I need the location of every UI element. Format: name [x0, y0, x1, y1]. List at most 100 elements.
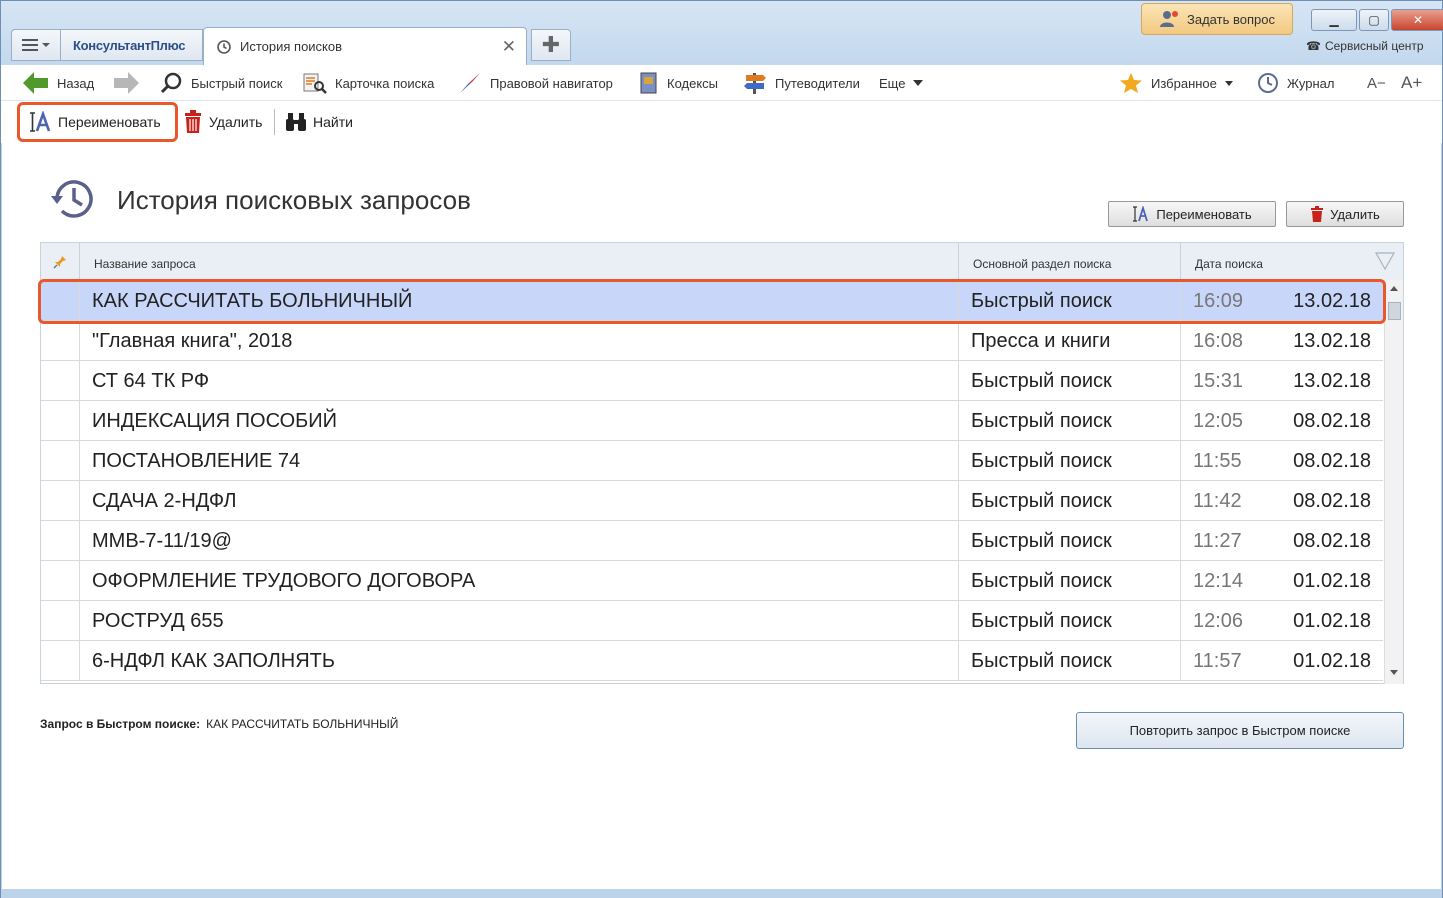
query-name-cell: ПОСТАНОВЛЕНИЕ 74	[80, 441, 959, 481]
star-icon	[1120, 73, 1142, 93]
search-date-cell: 01.02.18	[1293, 649, 1371, 672]
search-date-cell: 13.02.18	[1293, 329, 1371, 352]
query-name-cell: "Главная книга", 2018	[80, 321, 959, 361]
main-menu-button[interactable]	[11, 29, 61, 61]
close-icon[interactable]: ✕	[502, 37, 516, 57]
pin-cell[interactable]	[41, 321, 80, 361]
guides-button[interactable]: Путеводители	[743, 65, 860, 101]
font-larger-button[interactable]: A+	[1401, 65, 1422, 101]
query-name-cell: СДАЧА 2-НДФЛ	[80, 481, 959, 521]
font-smaller-button[interactable]: A−	[1367, 65, 1386, 101]
search-card-icon	[303, 73, 327, 94]
search-section-cell: Быстрый поиск	[959, 521, 1181, 561]
close-icon: ✕	[1412, 13, 1424, 27]
filter-icon[interactable]	[1375, 251, 1395, 271]
pin-cell[interactable]	[41, 401, 80, 441]
phone-icon: ☎	[1306, 39, 1321, 53]
search-section-cell: Быстрый поиск	[959, 601, 1181, 641]
search-time-cell: 16:08	[1193, 329, 1244, 352]
find-action[interactable]: Найти	[285, 109, 353, 135]
minimize-button[interactable]: ▁	[1311, 9, 1357, 31]
more-menu[interactable]: Еще	[879, 65, 924, 101]
table-row[interactable]: СТ 64 ТК РФ Быстрый поиск 15:31 13.02.18	[41, 361, 1383, 401]
back-button[interactable]: Назад	[23, 65, 94, 101]
legal-navigator-button[interactable]: Правовой навигатор	[458, 65, 613, 101]
plus-icon: ✚	[541, 32, 561, 57]
rename-button[interactable]: Переименовать	[1108, 201, 1276, 227]
favorites-label: Избранное	[1151, 75, 1217, 91]
pin-cell[interactable]	[41, 601, 80, 641]
journal-button[interactable]: Журнал	[1257, 65, 1334, 101]
pin-cell[interactable]	[41, 441, 80, 481]
column-header-date[interactable]: Дата поиска	[1181, 243, 1403, 281]
legal-navigator-label: Правовой навигатор	[490, 75, 613, 91]
maximize-button[interactable]: ▢	[1359, 9, 1389, 31]
new-tab-button[interactable]: ✚	[531, 29, 571, 61]
scroll-down-icon[interactable]	[1390, 670, 1398, 675]
table-body: КАК РАССЧИТАТЬ БОЛЬНИЧНЫЙ Быстрый поиск 16…	[41, 281, 1383, 681]
search-time-cell: 15:31	[1193, 369, 1244, 392]
service-label: Сервисный центр	[1324, 39, 1424, 53]
pin-column-header[interactable]	[41, 243, 80, 281]
search-section-cell: Быстрый поиск	[959, 561, 1181, 601]
delete-button-label: Удалить	[1330, 206, 1380, 222]
search-date-cell: 08.02.18	[1293, 529, 1371, 552]
close-window-button[interactable]: ✕	[1391, 9, 1443, 31]
query-name-cell: ОФОРМЛЕНИЕ ТРУДОВОГО ДОГОВОРА	[80, 561, 959, 601]
delete-label: Удалить	[209, 114, 263, 130]
back-label: Назад	[57, 75, 95, 91]
quick-search-button[interactable]: Быстрый поиск	[161, 65, 283, 101]
tab-brand[interactable]: КонсультантПлюс	[61, 29, 203, 61]
quick-search-label: Быстрый поиск	[191, 75, 283, 91]
pin-cell[interactable]	[41, 641, 80, 681]
table-row[interactable]: 6-НДФЛ КАК ЗАПОЛНЯТЬ Быстрый поиск 11:57 01…	[41, 641, 1383, 681]
delete-button[interactable]: Удалить	[1286, 201, 1404, 227]
search-section-cell: Пресса и книги	[959, 321, 1181, 361]
table-row[interactable]: РОСТРУД 655 Быстрый поиск 12:06 01.02.18	[41, 601, 1383, 641]
action-bar: Переименовать Удалить Найти	[1, 101, 1442, 143]
binoculars-icon	[286, 113, 306, 131]
consultant-icon	[1160, 11, 1179, 27]
pin-cell[interactable]	[41, 521, 80, 561]
table-row[interactable]: ИНДЕКСАЦИЯ ПОСОБИЙ Быстрый поиск 12:05 08.0…	[41, 401, 1383, 441]
repeat-query-button[interactable]: Повторить запрос в Быстром поиске	[1076, 712, 1404, 749]
table-row[interactable]: ММВ-7-11/19@ Быстрый поиск 11:27 08.02.18	[41, 521, 1383, 561]
table-scrollbar[interactable]	[1384, 280, 1403, 684]
maximize-icon: ▢	[1368, 13, 1380, 27]
app-window: КонсультантПлюс История поисков ✕ ✚ Зада…	[0, 0, 1443, 898]
pin-cell[interactable]	[41, 361, 80, 401]
pin-cell[interactable]	[41, 561, 80, 601]
favorites-menu[interactable]: Избранное	[1119, 65, 1233, 101]
table-row[interactable]: СДАЧА 2-НДФЛ Быстрый поиск 11:42 08.02.18	[41, 481, 1383, 521]
forward-button[interactable]	[113, 65, 139, 101]
query-name-cell: РОСТРУД 655	[80, 601, 959, 641]
search-date-cell: 01.02.18	[1293, 569, 1371, 592]
search-section-cell: Быстрый поиск	[959, 441, 1181, 481]
table-row[interactable]: ПОСТАНОВЛЕНИЕ 74 Быстрый поиск 11:55 08.02.…	[41, 441, 1383, 481]
tab-search-history[interactable]: История поисков ✕	[203, 27, 527, 65]
column-header-section[interactable]: Основной раздел поиска	[959, 243, 1181, 281]
search-time-cell: 11:57	[1193, 649, 1242, 672]
scroll-thumb[interactable]	[1388, 302, 1401, 320]
table-row[interactable]: "Главная книга", 2018 Пресса и книги 16:08…	[41, 321, 1383, 361]
table-row[interactable]: ОФОРМЛЕНИЕ ТРУДОВОГО ДОГОВОРА Быстрый пои…	[41, 561, 1383, 601]
compass-icon	[460, 73, 480, 93]
search-card-button[interactable]: Карточка поиска	[303, 65, 434, 101]
pin-cell[interactable]	[41, 481, 80, 521]
more-label: Еще	[879, 75, 906, 91]
column-header-name[interactable]: Название запроса	[80, 243, 959, 281]
search-date-cell: 13.02.18	[1293, 369, 1371, 392]
search-date-cell: 01.02.18	[1293, 609, 1371, 632]
history-icon	[217, 39, 231, 54]
ask-question-button[interactable]: Задать вопрос	[1141, 3, 1293, 35]
selected-row-highlight-frame	[38, 279, 1386, 324]
codes-button[interactable]: Кодексы	[639, 65, 718, 101]
search-time-cell: 12:14	[1193, 569, 1244, 592]
scroll-up-icon[interactable]	[1390, 286, 1398, 291]
history-clock-icon	[51, 180, 93, 218]
rename-icon	[1133, 206, 1149, 222]
search-section-cell: Быстрый поиск	[959, 361, 1181, 401]
hamburger-icon	[22, 39, 38, 51]
service-center-link[interactable]: ☎ Сервисный центр	[1306, 39, 1424, 53]
delete-action[interactable]: Удалить	[183, 109, 262, 135]
